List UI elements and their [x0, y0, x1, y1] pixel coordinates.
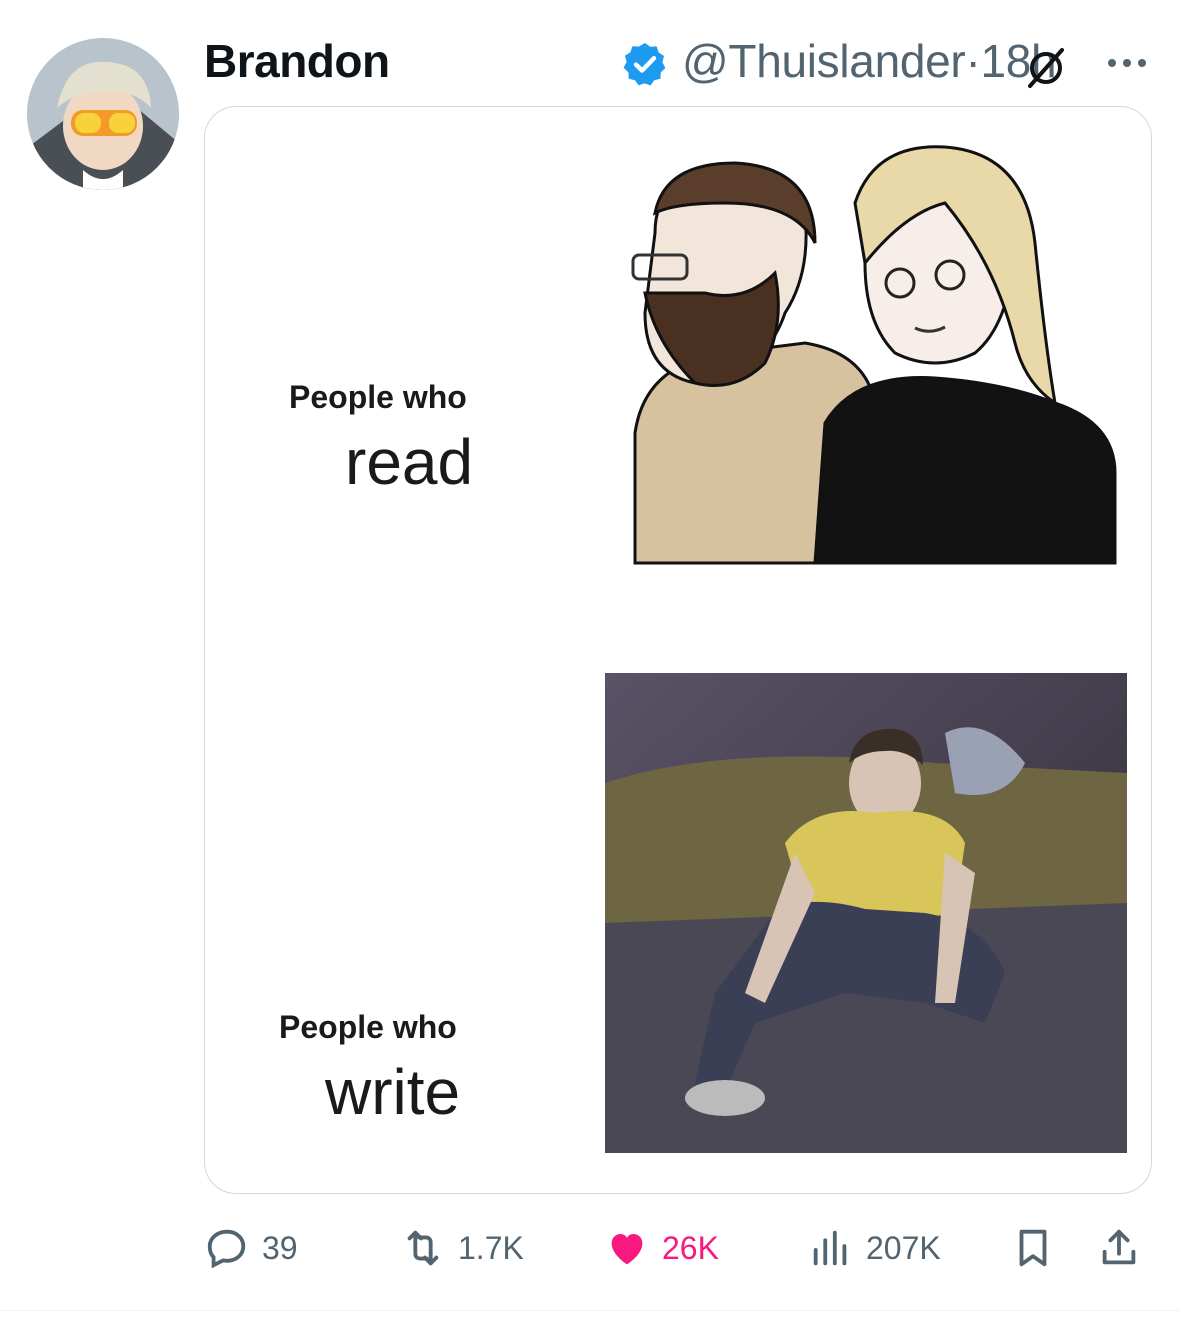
readers-illustration — [631, 145, 1117, 565]
tweet-media[interactable]: People who read People who write — [204, 106, 1152, 1194]
writers-photo — [605, 673, 1127, 1153]
meme-top-caption-line2: read — [345, 426, 474, 498]
repost-button[interactable]: 1.7K — [400, 1218, 524, 1278]
meme-bottom-caption-line1: People who — [279, 1009, 457, 1045]
grok-icon[interactable] — [1022, 42, 1070, 90]
more-icon[interactable] — [1102, 48, 1152, 78]
bookmark-button[interactable] — [1010, 1218, 1056, 1278]
views-icon — [813, 1230, 847, 1266]
views-button[interactable]: 207K — [808, 1218, 941, 1278]
share-icon — [1102, 1229, 1136, 1265]
repost-icon — [407, 1230, 439, 1266]
reply-button[interactable]: 39 — [204, 1218, 298, 1278]
views-count: 207K — [866, 1229, 941, 1266]
verified-badge-icon — [623, 43, 666, 86]
separator: · — [965, 35, 981, 87]
repost-count: 1.7K — [458, 1229, 524, 1266]
reply-icon — [207, 1229, 246, 1269]
meme-top-caption-line1: People who — [289, 379, 467, 415]
share-button[interactable] — [1096, 1218, 1142, 1278]
like-count: 26K — [662, 1229, 719, 1266]
handle-text: @Thuislander — [682, 35, 966, 87]
divider — [0, 1310, 1179, 1311]
author-name[interactable]: Brandon — [204, 34, 390, 88]
like-button[interactable]: 26K — [604, 1218, 719, 1278]
avatar[interactable] — [27, 38, 179, 190]
meme-bottom-caption-line2: write — [325, 1056, 461, 1128]
like-icon — [611, 1234, 643, 1265]
avatar-image — [27, 38, 179, 190]
tweet-header: Brandon @Thuislander·18h — [204, 28, 1164, 92]
reply-count: 39 — [262, 1229, 298, 1266]
bookmark-icon — [1019, 1229, 1047, 1267]
author-handle[interactable]: @Thuislander·18h — [682, 34, 1057, 88]
tweet-action-bar: 39 1.7K 26K 207K — [204, 1218, 1164, 1282]
